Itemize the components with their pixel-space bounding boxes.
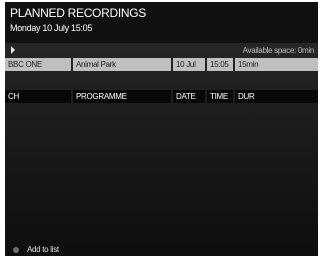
recording-date: 10 Jul [173, 58, 205, 71]
grey-button-icon [13, 247, 19, 253]
header-programme: PROGRAMME [73, 90, 171, 103]
page-header: PLANNED RECORDINGS Monday 10 July 15:05 [5, 2, 318, 43]
header-date: DATE [173, 90, 205, 103]
recording-row[interactable]: BBC ONE Animal Park 10 Jul 15:05 15min [5, 58, 318, 71]
add-to-list-label: Add to list [27, 245, 59, 254]
recording-channel: BBC ONE [5, 58, 71, 71]
cursor-arrow-icon [11, 46, 15, 54]
recording-duration: 15min [235, 58, 318, 71]
page-title: PLANNED RECORDINGS [10, 6, 146, 20]
date-time: Monday 10 July 15:05 [10, 23, 93, 33]
table-header: CH PROGRAMME DATE TIME DUR [5, 90, 318, 103]
header-duration: DUR [235, 90, 318, 103]
header-channel: CH [5, 90, 71, 103]
header-time: TIME [207, 90, 233, 103]
available-space: Available space: 0min [242, 46, 315, 55]
recording-programme: Animal Park [73, 58, 171, 71]
recording-time: 15:05 [207, 58, 233, 71]
tv-screen: PLANNED RECORDINGS Monday 10 July 15:05 … [5, 2, 318, 256]
